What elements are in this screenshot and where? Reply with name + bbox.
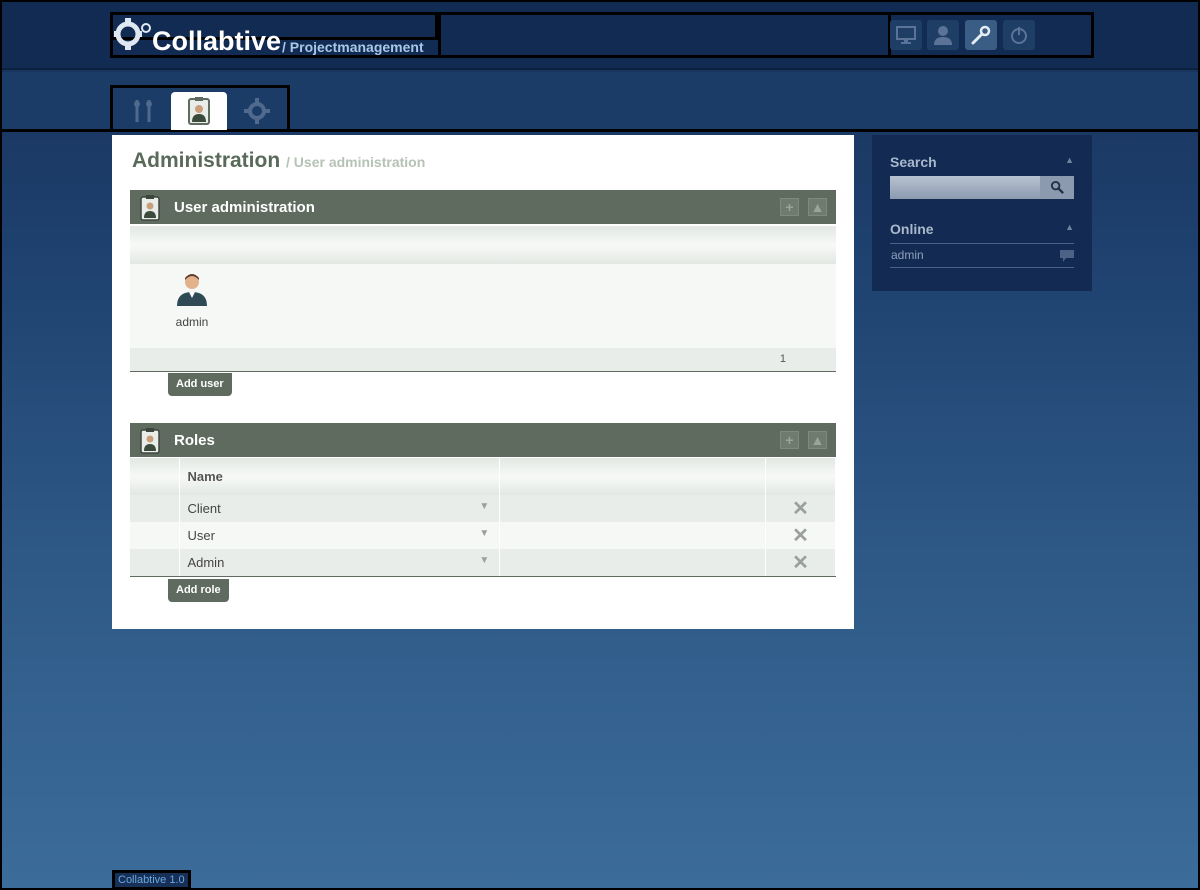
collapse-icon[interactable]: ▲: [808, 431, 827, 449]
app-subtitle: / Projectmanagement: [282, 39, 424, 55]
delete-icon[interactable]: ✕: [765, 549, 836, 577]
desktop-icon[interactable]: [890, 20, 922, 50]
logo-gear-icon: [114, 18, 151, 50]
roles-panel-header: Roles + ▲: [130, 423, 836, 458]
delete-icon[interactable]: ✕: [765, 522, 836, 549]
online-user[interactable]: admin: [891, 248, 924, 262]
page-title-sub: / User administration: [286, 154, 426, 170]
tab-user-admin[interactable]: [171, 92, 227, 130]
user-avatar-icon: [177, 274, 207, 306]
delete-icon[interactable]: ✕: [765, 495, 836, 522]
main-content: Administration / User administration Use…: [112, 135, 854, 629]
table-header-cell: [130, 458, 181, 495]
user-card[interactable]: admin: [172, 272, 212, 329]
user-icon[interactable]: [927, 20, 959, 50]
search-button[interactable]: [1040, 176, 1074, 199]
user-list: admin: [130, 264, 836, 348]
search-icon: [1050, 180, 1064, 194]
power-icon[interactable]: [1003, 20, 1035, 50]
chevron-down-icon[interactable]: ▼: [479, 528, 489, 539]
collapse-icon[interactable]: ▲: [1065, 155, 1074, 165]
user-admin-band: [130, 226, 836, 264]
add-role-button[interactable]: Add role: [168, 579, 229, 602]
collapse-icon[interactable]: ▲: [1065, 222, 1074, 232]
page-number[interactable]: 1: [780, 353, 786, 365]
table-row[interactable]: User ▼ ✕: [130, 522, 836, 549]
chevron-down-icon[interactable]: ▼: [479, 555, 489, 566]
wrench-icon[interactable]: [965, 20, 997, 50]
divider: [890, 243, 1074, 244]
search-title[interactable]: Search: [890, 154, 937, 170]
user-badge-icon: [140, 195, 160, 221]
add-icon[interactable]: +: [780, 198, 799, 216]
role-name[interactable]: User: [187, 528, 214, 543]
chat-icon[interactable]: [1060, 250, 1074, 262]
table-row[interactable]: Client ▼ ✕: [130, 495, 836, 522]
chevron-down-icon[interactable]: ▼: [479, 501, 489, 512]
page-title: Administration / User administration: [132, 149, 425, 173]
user-admin-title: User administration: [174, 199, 315, 216]
name-column-header[interactable]: Name: [179, 458, 501, 495]
header-divider: [438, 15, 888, 55]
sidebar: Search ▲ Online ▲ admin: [872, 135, 1092, 291]
user-badge-icon: [140, 428, 160, 454]
collapse-icon[interactable]: ▲: [808, 198, 827, 216]
page-title-main: Administration: [132, 149, 281, 172]
roles-table: Name Client ▼ ✕ User ▼ ✕ Admin ▼ ✕: [130, 458, 836, 577]
roles-title: Roles: [174, 432, 215, 449]
app-title[interactable]: Collabtive: [152, 26, 281, 56]
user-name[interactable]: admin: [172, 315, 212, 329]
tab-settings[interactable]: [229, 92, 285, 130]
table-row[interactable]: Admin ▼ ✕: [130, 549, 836, 577]
online-title[interactable]: Online: [890, 221, 934, 237]
tools-icon: [134, 100, 152, 122]
pager: 1: [130, 348, 836, 372]
divider: [890, 267, 1074, 268]
add-icon[interactable]: +: [780, 431, 799, 449]
table-header-cell: [499, 458, 766, 495]
settings-gear-icon: [244, 98, 270, 124]
footer-version[interactable]: Collabtive 1.0: [112, 870, 191, 890]
role-name[interactable]: Admin: [187, 555, 224, 570]
search-input[interactable]: [890, 176, 1040, 199]
add-user-button[interactable]: Add user: [168, 373, 232, 396]
user-badge-icon: [188, 97, 210, 125]
table-header-row: Name: [130, 458, 836, 495]
tab-tools[interactable]: [115, 92, 171, 130]
table-header-cell: [765, 458, 836, 495]
user-admin-panel-header: User administration + ▲: [130, 190, 836, 225]
role-name[interactable]: Client: [187, 501, 220, 516]
